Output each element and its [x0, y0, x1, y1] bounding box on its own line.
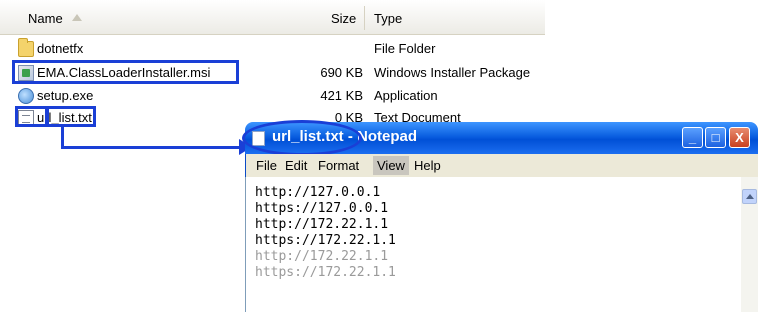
menu-format[interactable]: Format: [315, 158, 362, 173]
notepad-window: url_list.txt - Notepad _ □ X File Edit F…: [242, 120, 758, 312]
menu-edit[interactable]: Edit: [282, 158, 310, 173]
sort-ascending-icon: [72, 14, 82, 21]
text-line: http://172.22.1.1: [255, 217, 389, 232]
file-type: Application: [374, 88, 438, 103]
vertical-scrollbar[interactable]: [741, 177, 758, 312]
file-type: Windows Installer Package: [374, 65, 531, 80]
column-header: Name Size Type: [0, 0, 545, 35]
file-row-setup[interactable]: setup.exe 421 KB Application: [0, 85, 545, 107]
close-button[interactable]: X: [729, 127, 750, 148]
maximize-button[interactable]: □: [705, 127, 726, 148]
file-type: File Folder: [374, 41, 436, 56]
folder-icon: [18, 38, 34, 57]
text-line: https://127.0.0.1: [255, 201, 389, 216]
column-type-header[interactable]: Type: [374, 11, 402, 26]
text-line: https://172.22.1.1: [255, 265, 396, 280]
file-size: 421 KB: [320, 88, 363, 103]
callout-connector: [61, 146, 241, 149]
file-size: 690 KB: [320, 65, 363, 80]
menu-help[interactable]: Help: [411, 158, 444, 173]
text-line: http://127.0.0.1: [255, 185, 381, 200]
menu-file[interactable]: File: [253, 158, 280, 173]
text-editor[interactable]: http://127.0.0.1 https://127.0.0.1 http:…: [245, 177, 758, 312]
column-name-header[interactable]: Name: [28, 11, 63, 26]
title-bar[interactable]: url_list.txt - Notepad _ □ X: [242, 120, 758, 156]
scroll-up-icon[interactable]: [742, 189, 757, 204]
txt-name-highlight-box: [46, 106, 96, 127]
exe-icon: [18, 88, 34, 104]
menu-bar: File Edit Format View Help: [245, 154, 758, 177]
file-row-dotnetfx[interactable]: dotnetfx File Folder: [0, 38, 545, 60]
file-name: dotnetfx: [37, 41, 84, 56]
minimize-button[interactable]: _: [682, 127, 703, 148]
column-divider[interactable]: [364, 6, 365, 30]
text-line: http://172.22.1.1: [255, 249, 389, 264]
file-name: setup.exe: [37, 88, 94, 103]
msi-highlight-box: [12, 60, 239, 84]
title-highlight-oval: [242, 120, 362, 156]
column-size-header[interactable]: Size: [331, 11, 356, 26]
txt-icon-highlight-box: [15, 106, 48, 127]
menu-view[interactable]: View: [373, 156, 409, 175]
text-line: https://172.22.1.1: [255, 233, 396, 248]
